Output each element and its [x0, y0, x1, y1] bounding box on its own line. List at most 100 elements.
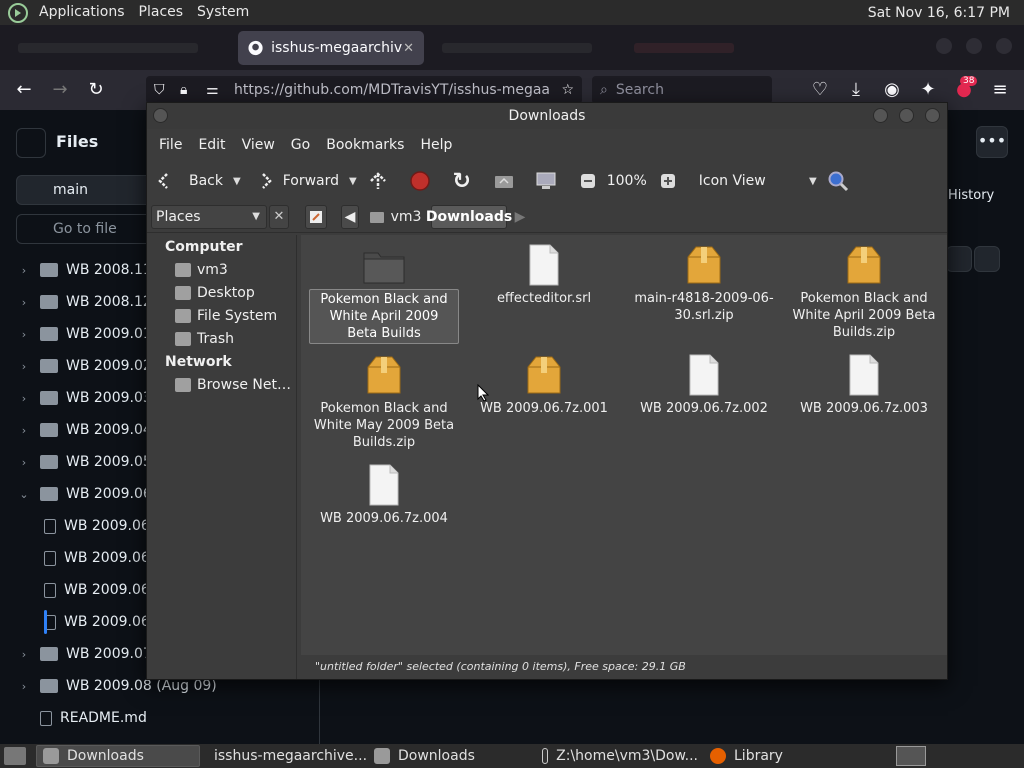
- places-menu[interactable]: Places: [132, 0, 191, 25]
- more-options-button[interactable]: •••: [976, 126, 1008, 158]
- stop-button[interactable]: [409, 170, 441, 192]
- clock[interactable]: Sat Nov 16, 6:17 PM: [868, 5, 1010, 21]
- applications-menu[interactable]: Applications: [32, 0, 132, 25]
- sidebar-mode-selector[interactable]: Places ▼: [151, 205, 267, 229]
- minimize-button[interactable]: [873, 108, 888, 123]
- close-button[interactable]: [925, 108, 940, 123]
- up-button[interactable]: [367, 170, 399, 192]
- help-menu[interactable]: Help: [412, 137, 460, 153]
- window-titlebar[interactable]: Downloads: [147, 103, 947, 129]
- browser-tab[interactable]: [8, 31, 208, 65]
- taskbar-item-firefox[interactable]: isshus-megaarchive...: [200, 745, 368, 767]
- lock-icon[interactable]: 🔒︎: [180, 82, 187, 98]
- view-menu[interactable]: View: [234, 137, 283, 153]
- item-name[interactable]: Pokemon Black and White April 2009 Beta …: [309, 289, 459, 344]
- back-arrow-icon[interactable]: ←: [14, 80, 34, 100]
- account-icon[interactable]: ◉: [882, 80, 902, 100]
- extensions-icon[interactable]: ✦: [918, 80, 938, 100]
- file-item[interactable]: WB 2009.06.7z.001: [469, 353, 619, 418]
- system-logo-icon[interactable]: [8, 2, 28, 23]
- edit-path-button[interactable]: [305, 205, 327, 229]
- zoom-out-icon[interactable]: [577, 170, 599, 192]
- sidebar-item-trash[interactable]: Trash: [175, 331, 234, 347]
- permissions-icon[interactable]: ⚌: [206, 82, 219, 98]
- chevron-right-icon[interactable]: ›: [16, 456, 32, 469]
- folder-item[interactable]: Pokemon Black and White April 2009 Beta …: [309, 243, 459, 344]
- browser-tab-active[interactable]: isshus-megaarchive/… ✕: [238, 31, 424, 65]
- pocket-icon[interactable]: ♡: [810, 80, 830, 100]
- taskbar-item-7zip[interactable]: Z:\home\vm3\Dow...: [536, 745, 704, 767]
- collapse-sidebar-icon[interactable]: [16, 128, 46, 158]
- shield-icon[interactable]: ⛉: [154, 82, 165, 98]
- file-item[interactable]: WB 2009.06.7z.004: [309, 463, 459, 528]
- taskbar-item-downloads-2[interactable]: Downloads: [368, 745, 536, 767]
- go-to-file-input[interactable]: Go to file: [16, 214, 156, 244]
- chevron-right-icon[interactable]: ›: [16, 264, 32, 277]
- download-icon[interactable]: ⤓: [846, 80, 866, 100]
- bookmarks-menu[interactable]: Bookmarks: [318, 137, 412, 153]
- zoom-control[interactable]: 100%: [577, 170, 689, 192]
- chevron-right-icon[interactable]: ›: [16, 392, 32, 405]
- close-sidebar-button[interactable]: ✕: [269, 205, 289, 229]
- chevron-down-icon[interactable]: ▼: [809, 176, 817, 187]
- history-button[interactable]: History: [948, 188, 994, 203]
- path-left-button[interactable]: ◀: [341, 205, 359, 229]
- edit-menu[interactable]: Edit: [190, 137, 233, 153]
- zoom-in-icon[interactable]: [657, 170, 679, 192]
- file-item[interactable]: effecteditor.srl: [469, 243, 619, 308]
- chevron-down-icon[interactable]: ⌄: [16, 488, 32, 501]
- forward-arrow-icon[interactable]: →: [50, 80, 70, 100]
- chevron-right-icon[interactable]: ›: [16, 680, 32, 693]
- tree-file-row[interactable]: README.md: [16, 702, 316, 734]
- url-text[interactable]: https://github.com/MDTravisYT/isshus-meg…: [234, 82, 550, 98]
- url-bar[interactable]: ⛉ 🔒︎ ⚌ https://github.com/MDTravisYT/iss…: [146, 76, 582, 104]
- maximize-button[interactable]: [899, 108, 914, 123]
- forward-button[interactable]: Forward ▼: [251, 170, 357, 192]
- file-menu[interactable]: File: [151, 137, 190, 153]
- close-window-button[interactable]: [996, 38, 1012, 54]
- browser-tab[interactable]: [432, 31, 612, 65]
- path-right-button[interactable]: ▶: [513, 205, 527, 229]
- window-menu-button[interactable]: [153, 108, 168, 123]
- search-button[interactable]: [827, 170, 859, 192]
- home-button[interactable]: [493, 170, 525, 192]
- branch-selector[interactable]: main: [16, 175, 156, 205]
- computer-button[interactable]: [535, 170, 567, 192]
- download-button[interactable]: [974, 246, 1000, 272]
- close-tab-icon[interactable]: ✕: [403, 41, 414, 56]
- maximize-button[interactable]: [966, 38, 982, 54]
- system-menu[interactable]: System: [190, 0, 256, 25]
- file-item[interactable]: WB 2009.06.7z.003: [789, 353, 939, 418]
- path-crumb-vm3[interactable]: vm3: [367, 205, 423, 229]
- chevron-down-icon[interactable]: ▼: [233, 176, 241, 187]
- menu-icon[interactable]: ≡: [990, 80, 1010, 100]
- copy-button[interactable]: [946, 246, 972, 272]
- sidebar-item-vm3[interactable]: vm3: [175, 262, 228, 278]
- chevron-right-icon[interactable]: ›: [16, 648, 32, 661]
- file-item[interactable]: Pokemon Black and White May 2009 Beta Bu…: [309, 353, 459, 452]
- reload-button[interactable]: ↻: [451, 169, 483, 194]
- file-item[interactable]: main-r4818-2009-06-30.srl.zip: [629, 243, 779, 325]
- taskbar-item-library[interactable]: Library: [704, 745, 864, 767]
- search-input[interactable]: ⌕ Search: [592, 76, 772, 104]
- view-mode-selector[interactable]: Icon View ▼: [699, 173, 817, 189]
- file-item[interactable]: Pokemon Black and White April 2009 Beta …: [789, 243, 939, 342]
- sidebar-item-file-system[interactable]: File System: [175, 308, 277, 324]
- browser-tab[interactable]: [624, 31, 744, 65]
- chevron-right-icon[interactable]: ›: [16, 296, 32, 309]
- chevron-right-icon[interactable]: ›: [16, 328, 32, 341]
- bookmark-star-icon[interactable]: ☆: [561, 82, 574, 98]
- sidebar-item-browse-network[interactable]: Browse Net…: [175, 377, 291, 393]
- workspace-switcher[interactable]: [896, 746, 926, 766]
- path-crumb-downloads[interactable]: Downloads: [426, 205, 512, 229]
- reload-icon[interactable]: ↻: [86, 80, 106, 100]
- chevron-right-icon[interactable]: ›: [16, 424, 32, 437]
- go-menu[interactable]: Go: [283, 137, 318, 153]
- sidebar-item-desktop[interactable]: Desktop: [175, 285, 255, 301]
- taskbar-item-downloads[interactable]: Downloads: [36, 745, 200, 767]
- chevron-down-icon[interactable]: ▼: [349, 176, 357, 187]
- show-desktop-icon[interactable]: [4, 747, 26, 765]
- chevron-right-icon[interactable]: ›: [16, 360, 32, 373]
- file-item[interactable]: WB 2009.06.7z.002: [629, 353, 779, 418]
- minimize-button[interactable]: [936, 38, 952, 54]
